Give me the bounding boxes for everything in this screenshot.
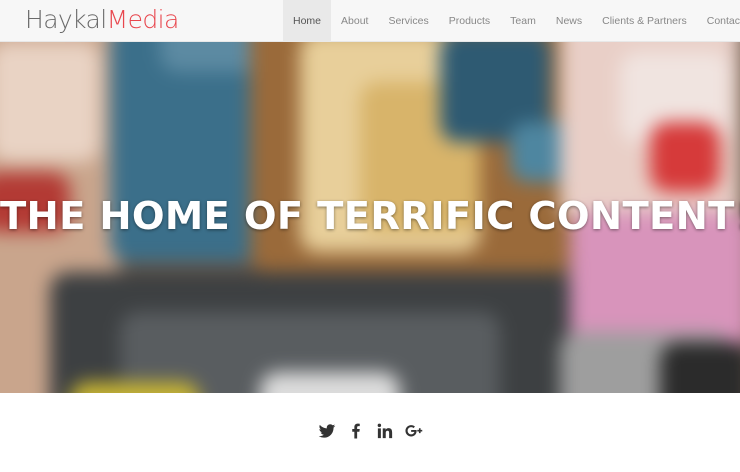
logo[interactable]: HaykalMedia <box>25 4 179 36</box>
social-links <box>0 393 740 472</box>
nav-item-services[interactable]: Services <box>378 0 438 42</box>
navbar: HaykalMedia Home About Services Products… <box>0 0 740 42</box>
linkedin-icon[interactable] <box>376 422 394 440</box>
hero-banner: THE HOME OF TERRIFIC CONTENT! <box>0 42 740 393</box>
google-plus-icon[interactable] <box>404 422 423 440</box>
logo-text-haykal: Haykal <box>25 5 107 34</box>
nav-item-home[interactable]: Home <box>283 0 332 42</box>
logo-text-media: Media <box>106 5 180 34</box>
facebook-icon[interactable] <box>347 422 365 440</box>
main-nav: Home About Services Products Team News C… <box>283 0 740 42</box>
twitter-icon[interactable] <box>318 422 336 440</box>
nav-item-team[interactable]: Team <box>500 0 546 42</box>
nav-item-news[interactable]: News <box>546 0 592 42</box>
nav-item-contact[interactable]: Contact <box>697 0 740 42</box>
hero-title: THE HOME OF TERRIFIC CONTENT! <box>0 194 740 239</box>
nav-item-clients-partners[interactable]: Clients & Partners <box>592 0 697 42</box>
nav-item-about[interactable]: About <box>331 0 378 42</box>
nav-item-products[interactable]: Products <box>439 0 500 42</box>
